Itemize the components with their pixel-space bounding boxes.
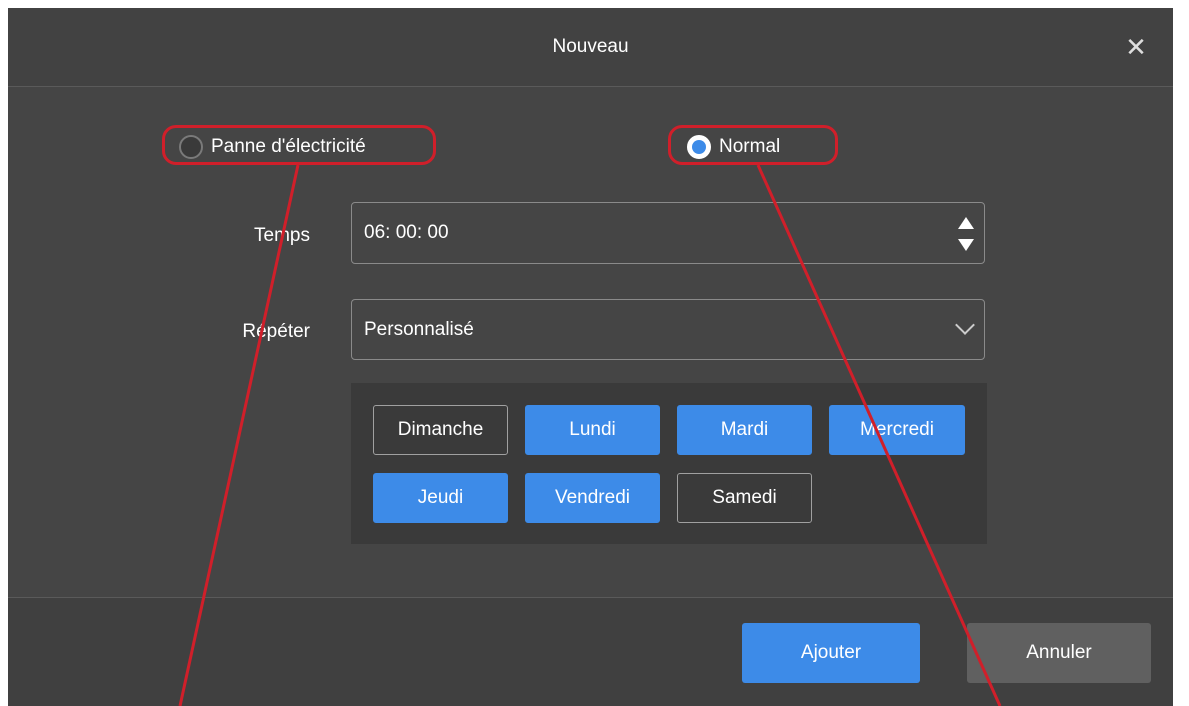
- day-toggle-lundi[interactable]: Lundi: [525, 405, 660, 455]
- day-toggle-jeudi[interactable]: Jeudi: [373, 473, 508, 523]
- dialog-title: Nouveau: [552, 36, 629, 57]
- days-panel: Dimanche Lundi Mardi Mercredi Jeudi Vend…: [351, 383, 987, 544]
- time-input[interactable]: 06: 00: 00: [351, 202, 985, 264]
- add-button[interactable]: Ajouter: [742, 623, 920, 683]
- repeat-value: Personnalisé: [364, 319, 474, 340]
- annotation-callout-power-outage: [162, 125, 436, 165]
- time-spinner[interactable]: [958, 211, 974, 257]
- close-icon[interactable]: ✕: [1121, 32, 1151, 62]
- spin-down-icon[interactable]: [958, 239, 974, 251]
- dialog-titlebar: Nouveau ✕: [8, 8, 1173, 87]
- repeat-select[interactable]: Personnalisé: [351, 299, 985, 360]
- annotation-callout-normal: [668, 125, 838, 165]
- day-toggle-dimanche[interactable]: Dimanche: [373, 405, 508, 455]
- chevron-down-icon[interactable]: [955, 315, 975, 335]
- day-toggle-samedi[interactable]: Samedi: [677, 473, 812, 523]
- cancel-button[interactable]: Annuler: [967, 623, 1151, 683]
- day-toggle-vendredi[interactable]: Vendredi: [525, 473, 660, 523]
- time-value: 06: 00: 00: [364, 222, 449, 243]
- day-toggle-mardi[interactable]: Mardi: [677, 405, 812, 455]
- time-label: Temps: [254, 225, 310, 246]
- new-schedule-dialog: Nouveau ✕ Panne d'électricité Normal Tem…: [8, 8, 1173, 706]
- spin-up-icon[interactable]: [958, 217, 974, 229]
- day-toggle-mercredi[interactable]: Mercredi: [829, 405, 965, 455]
- repeat-label: Répéter: [242, 321, 310, 342]
